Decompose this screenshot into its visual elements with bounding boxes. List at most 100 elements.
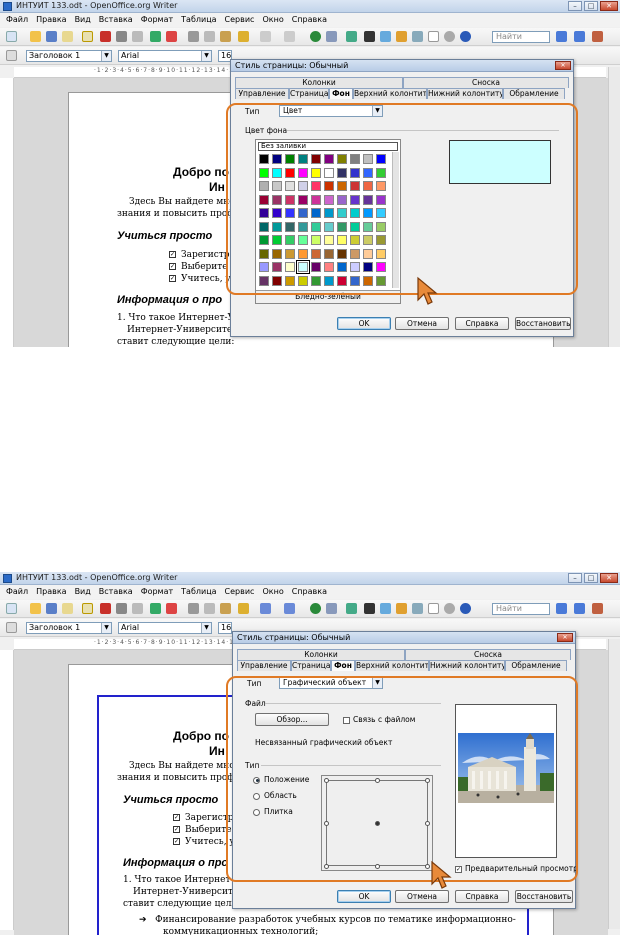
tab-borders[interactable]: Обрамление — [503, 88, 565, 99]
find-replace-icon[interactable] — [364, 31, 375, 42]
formatting-marks-icon[interactable] — [428, 603, 439, 614]
tab-footnote[interactable]: Сноска — [405, 649, 571, 660]
draw-icon[interactable] — [346, 31, 357, 42]
minimize-button[interactable]: – — [568, 573, 582, 583]
tab-borders[interactable]: Обрамление — [505, 660, 567, 671]
font-size-select[interactable]: 16 — [218, 622, 232, 634]
find-next-icon[interactable] — [556, 603, 567, 614]
paste-icon[interactable] — [220, 603, 231, 614]
menu-tools[interactable]: Сервис — [221, 585, 259, 599]
font-name-select[interactable]: Arial ▼ — [118, 622, 212, 634]
ok-button[interactable]: OK — [337, 317, 391, 330]
edit-file-icon[interactable] — [82, 603, 93, 614]
open-icon[interactable] — [30, 31, 41, 42]
spellcheck-icon[interactable] — [150, 31, 161, 42]
menu-file[interactable]: Файл — [2, 13, 32, 27]
maximize-button[interactable]: □ — [584, 1, 598, 11]
formatting-marks-icon[interactable] — [428, 31, 439, 42]
help-button[interactable]: Справка — [455, 317, 509, 330]
draw-icon[interactable] — [346, 603, 357, 614]
tab-header[interactable]: Верхний колонтитул — [353, 88, 427, 99]
menu-view[interactable]: Вид — [71, 585, 95, 599]
cut-icon[interactable] — [188, 31, 199, 42]
copy-icon[interactable] — [204, 31, 215, 42]
reset-button[interactable]: Восстановить — [515, 317, 571, 330]
menu-format[interactable]: Формат — [137, 13, 177, 27]
reset-button[interactable]: Восстановить — [515, 890, 573, 903]
cancel-button[interactable]: Отмена — [395, 317, 449, 330]
menu-insert[interactable]: Вставка — [95, 585, 137, 599]
menu-help[interactable]: Справка — [288, 13, 331, 27]
font-name-select[interactable]: Arial ▼ — [118, 50, 212, 62]
tab-background[interactable]: Фон — [329, 88, 353, 99]
menu-help[interactable]: Справка — [288, 585, 331, 599]
autospell-icon[interactable] — [166, 31, 177, 42]
table-icon[interactable] — [326, 603, 337, 614]
spellcheck-icon[interactable] — [150, 603, 161, 614]
tab-background[interactable]: Фон — [331, 660, 355, 671]
new-icon[interactable] — [6, 31, 17, 42]
zoom-icon[interactable] — [444, 603, 455, 614]
datasource-icon[interactable] — [412, 603, 423, 614]
find-prev-icon[interactable] — [574, 603, 585, 614]
undo-icon[interactable] — [260, 31, 271, 42]
navigator-icon[interactable] — [380, 31, 391, 42]
tab-columns[interactable]: Колонки — [235, 77, 403, 88]
tab-header[interactable]: Верхний колонтитул — [355, 660, 429, 671]
menu-table[interactable]: Таблица — [177, 13, 220, 27]
help-icon[interactable] — [460, 603, 471, 614]
tab-organizer[interactable]: Управление — [235, 88, 289, 99]
table-icon[interactable] — [326, 31, 337, 42]
print-icon[interactable] — [116, 31, 127, 42]
dialog-close-icon[interactable]: ✕ — [557, 633, 573, 642]
gallery-icon[interactable] — [396, 603, 407, 614]
menu-table[interactable]: Таблица — [177, 585, 220, 599]
preview-icon[interactable] — [132, 31, 143, 42]
redo-icon[interactable] — [284, 31, 295, 42]
edit-file-icon[interactable] — [82, 31, 93, 42]
styles-icon[interactable] — [6, 50, 17, 61]
tab-footer[interactable]: Нижний колонтитул — [429, 660, 505, 671]
close-button[interactable]: ✕ — [600, 1, 618, 11]
menu-edit[interactable]: Правка — [32, 13, 70, 27]
format-paint-icon[interactable] — [238, 603, 249, 614]
ok-button[interactable]: OK — [337, 890, 391, 903]
find-input[interactable]: Найти — [492, 31, 550, 43]
vertical-scrollbar[interactable] — [608, 67, 620, 347]
dialog-close-icon[interactable]: ✕ — [555, 61, 571, 70]
menu-view[interactable]: Вид — [71, 13, 95, 27]
tab-footnote[interactable]: Сноска — [403, 77, 569, 88]
find-replace-icon[interactable] — [364, 603, 375, 614]
new-icon[interactable] — [6, 603, 17, 614]
preview-icon[interactable] — [132, 603, 143, 614]
paragraph-style-select[interactable]: Заголовок 1 ▼ — [26, 50, 112, 62]
menu-window[interactable]: Окно — [258, 13, 287, 27]
save-icon[interactable] — [46, 31, 57, 42]
pdf-icon[interactable] — [100, 603, 111, 614]
email-icon[interactable] — [62, 31, 73, 42]
cut-icon[interactable] — [188, 603, 199, 614]
open-icon[interactable] — [30, 603, 41, 614]
vertical-scrollbar[interactable] — [608, 639, 620, 929]
redo-icon[interactable] — [284, 603, 295, 614]
menu-insert[interactable]: Вставка — [95, 13, 137, 27]
pdf-icon[interactable] — [100, 31, 111, 42]
menu-format[interactable]: Формат — [137, 585, 177, 599]
zoom-icon[interactable] — [444, 31, 455, 42]
find-close-icon[interactable] — [592, 603, 603, 614]
hyperlink-icon[interactable] — [310, 31, 321, 42]
help-button[interactable]: Справка — [455, 890, 509, 903]
gallery-icon[interactable] — [396, 31, 407, 42]
styles-icon[interactable] — [6, 622, 17, 633]
minimize-button[interactable]: – — [568, 1, 582, 11]
print-icon[interactable] — [116, 603, 127, 614]
tab-page[interactable]: Страница — [291, 660, 331, 671]
menu-window[interactable]: Окно — [258, 585, 287, 599]
maximize-button[interactable]: □ — [584, 573, 598, 583]
tab-organizer[interactable]: Управление — [237, 660, 291, 671]
help-icon[interactable] — [460, 31, 471, 42]
undo-icon[interactable] — [260, 603, 271, 614]
tab-columns[interactable]: Колонки — [237, 649, 405, 660]
autospell-icon[interactable] — [166, 603, 177, 614]
close-button[interactable]: ✕ — [600, 573, 618, 583]
